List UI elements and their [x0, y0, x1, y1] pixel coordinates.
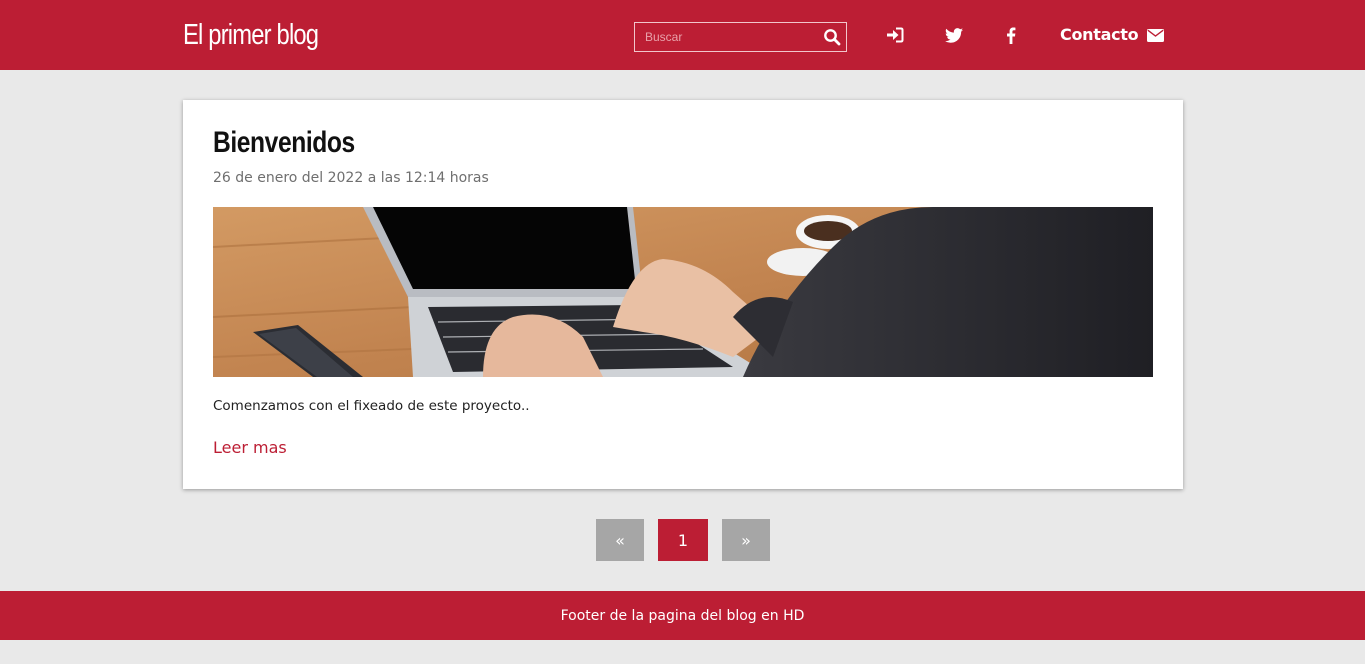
- search-input[interactable]: [635, 23, 815, 51]
- read-more-link[interactable]: Leer mas: [213, 438, 287, 457]
- site-footer: Footer de la pagina del blog en HD: [0, 591, 1365, 640]
- post-card: Bienvenidos 26 de enero del 2022 a las 1…: [183, 100, 1183, 489]
- footer-text: Footer de la pagina del blog en HD: [560, 607, 805, 624]
- twitter-icon[interactable]: [944, 25, 964, 45]
- sign-in-icon[interactable]: [885, 25, 905, 45]
- search-box: [634, 22, 847, 52]
- facebook-icon[interactable]: [1001, 25, 1021, 45]
- envelope-icon[interactable]: [1145, 25, 1165, 45]
- post-excerpt: Comenzamos con el fixeado de este proyec…: [213, 398, 530, 414]
- page-next-button[interactable]: »: [722, 519, 770, 561]
- page-current-button[interactable]: 1: [658, 519, 708, 561]
- post-title[interactable]: Bienvenidos: [213, 126, 355, 160]
- site-header: El primer blog Contacto: [0, 0, 1365, 70]
- post-date: 26 de enero del 2022 a las 12:14 horas: [213, 170, 489, 186]
- search-icon[interactable]: [823, 28, 841, 46]
- page-prev-button[interactable]: «: [596, 519, 644, 561]
- site-brand[interactable]: El primer blog: [183, 16, 319, 54]
- post-image: [213, 207, 1153, 377]
- contact-link[interactable]: Contacto: [1060, 24, 1139, 46]
